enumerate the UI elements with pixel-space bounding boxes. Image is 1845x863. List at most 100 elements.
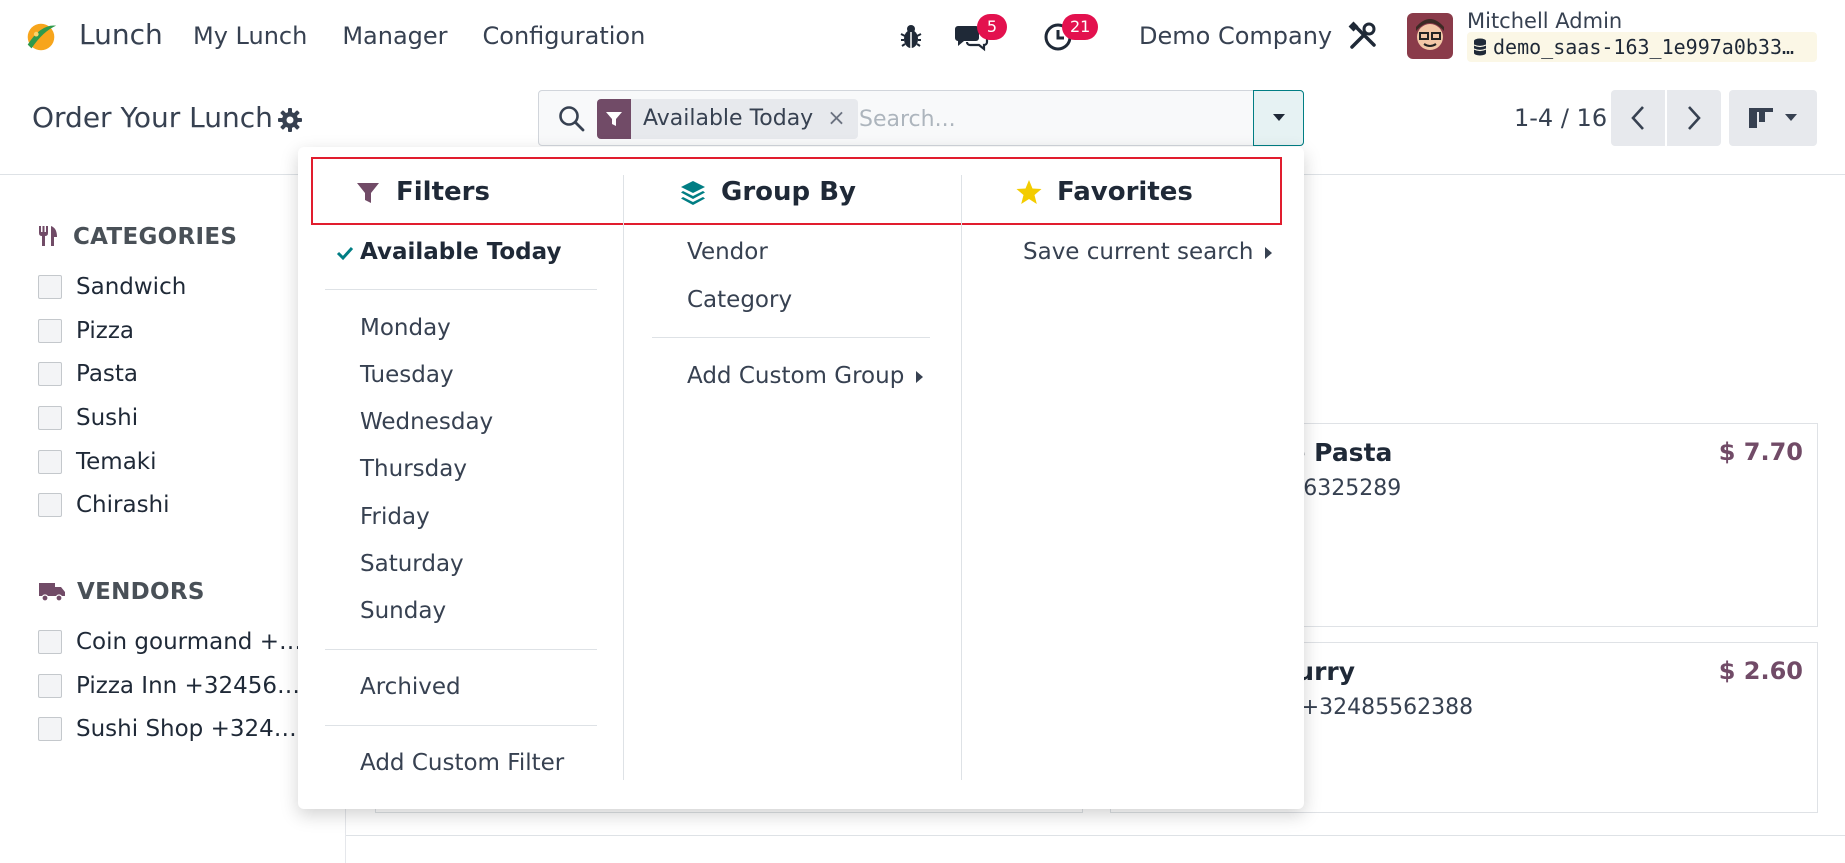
checkbox[interactable] [38,275,62,299]
pager-value[interactable]: 1-4 / 16 [1514,104,1607,132]
add-custom-group[interactable]: Add Custom Group [687,363,924,389]
database-name: demo_saas-163_1e997a0b33… [1493,35,1795,59]
facet-remove-button[interactable]: × [823,99,857,139]
truck-icon [39,583,65,602]
category-item[interactable]: Sushi [38,405,138,431]
category-item[interactable]: Chirashi [38,492,170,518]
filter-thursday[interactable]: Thursday [360,456,467,482]
main-menu: My Lunch Manager Configuration [193,22,645,50]
caret-right-icon [1265,246,1273,259]
checkbox[interactable] [38,319,62,343]
save-current-search-label: Save current search [1023,239,1254,265]
separator [325,649,597,650]
category-item[interactable]: Sandwich [38,274,186,300]
separator [325,289,597,290]
column-divider [623,175,624,780]
category-label: Sandwich [76,274,187,300]
separator [325,725,597,726]
product-price: $ 7.70 [1718,438,1803,466]
filter-saturday[interactable]: Saturday [360,551,464,577]
categories-title: CATEGORIES [73,224,238,250]
gear-icon[interactable] [276,106,304,134]
app-name[interactable]: Lunch [79,18,163,51]
checkbox[interactable] [38,493,62,517]
product-price: $ 2.60 [1718,657,1803,685]
filter-monday[interactable]: Monday [360,315,451,341]
layers-icon [681,181,705,205]
database-icon [1473,38,1487,56]
filter-archived[interactable]: Archived [360,674,461,700]
checkbox[interactable] [38,674,62,698]
separator [652,337,930,338]
messages-badge: 5 [977,14,1007,40]
filter-friday[interactable]: Friday [360,504,430,530]
caret-down-icon [1272,114,1285,121]
chevron-right-icon [1688,106,1701,130]
user-avatar[interactable] [1407,13,1453,59]
company-switcher[interactable]: Demo Company [1139,22,1332,50]
checkbox[interactable] [38,362,62,386]
category-label: Sushi [76,405,139,431]
group-by-title: Group By [721,177,856,207]
search-facet: Available Today × [597,99,858,139]
activities-badge: 21 [1062,14,1099,40]
save-current-search[interactable]: Save current search [1023,239,1273,265]
column-divider [961,175,962,780]
category-label: Pasta [76,361,139,387]
vendor-item[interactable]: Sushi Shop +324… [38,716,297,742]
category-label: Temaki [76,449,157,475]
group-by-header: Group By [679,177,856,207]
filters-title: Filters [396,177,490,207]
checkbox[interactable] [38,450,62,474]
search-options-dropdown: Filters Available Today Monday Tuesday W… [298,147,1304,809]
menu-my-lunch[interactable]: My Lunch [193,22,307,50]
group-by-category[interactable]: Category [687,287,792,313]
add-custom-group-label: Add Custom Group [687,363,905,389]
search-icon[interactable] [557,104,587,134]
checkbox[interactable] [38,630,62,654]
lunch-app-logo[interactable] [22,18,60,56]
check-icon [336,246,354,261]
vendor-label: Coin gourmand +… [76,629,302,655]
pager-next-button[interactable] [1667,90,1721,146]
category-item[interactable]: Pizza [38,318,134,344]
vendor-label: Sushi Shop +324… [76,716,297,742]
vendor-label: Pizza Inn +32456… [76,673,300,699]
bug-icon[interactable] [893,18,929,54]
menu-manager[interactable]: Manager [342,22,447,50]
vendor-item[interactable]: Pizza Inn +32456… [38,673,300,699]
caret-down-icon [1785,114,1797,121]
chevron-left-icon [1631,106,1644,130]
filters-header: Filters [354,177,490,207]
add-custom-filter[interactable]: Add Custom Filter [360,750,564,776]
filter-available-today[interactable]: Available Today [360,239,561,265]
page-title: Order Your Lunch [32,101,273,134]
menu-configuration[interactable]: Configuration [483,22,646,50]
filter-wednesday[interactable]: Wednesday [360,409,493,435]
vendor-item[interactable]: Coin gourmand +… [38,629,302,655]
favorites-header: Favorites [1015,177,1193,207]
filter-tuesday[interactable]: Tuesday [360,362,454,388]
filter-icon [357,183,379,203]
search-options-toggle[interactable] [1253,90,1304,146]
top-navbar: Lunch My Lunch Manager Configuration 5 2… [0,0,1845,74]
category-item[interactable]: Pasta [38,361,138,387]
caret-right-icon [916,370,924,383]
favorites-title: Favorites [1057,177,1193,207]
checkbox[interactable] [38,406,62,430]
filter-icon [597,99,631,139]
view-switcher[interactable] [1729,90,1817,146]
search-bar: Available Today × [538,90,1304,146]
database-chip: demo_saas-163_1e997a0b33… [1467,32,1817,62]
search-input[interactable] [859,101,1239,137]
category-label: Pizza [76,318,134,344]
pager-previous-button[interactable] [1611,90,1665,146]
user-name[interactable]: Mitchell Admin [1467,9,1622,33]
tools-icon[interactable] [1345,18,1381,54]
group-by-vendor[interactable]: Vendor [687,239,768,265]
category-item[interactable]: Temaki [38,449,157,475]
star-icon [1016,180,1042,204]
checkbox[interactable] [38,717,62,741]
filter-sunday[interactable]: Sunday [360,598,446,624]
facet-label: Available Today [643,106,814,131]
